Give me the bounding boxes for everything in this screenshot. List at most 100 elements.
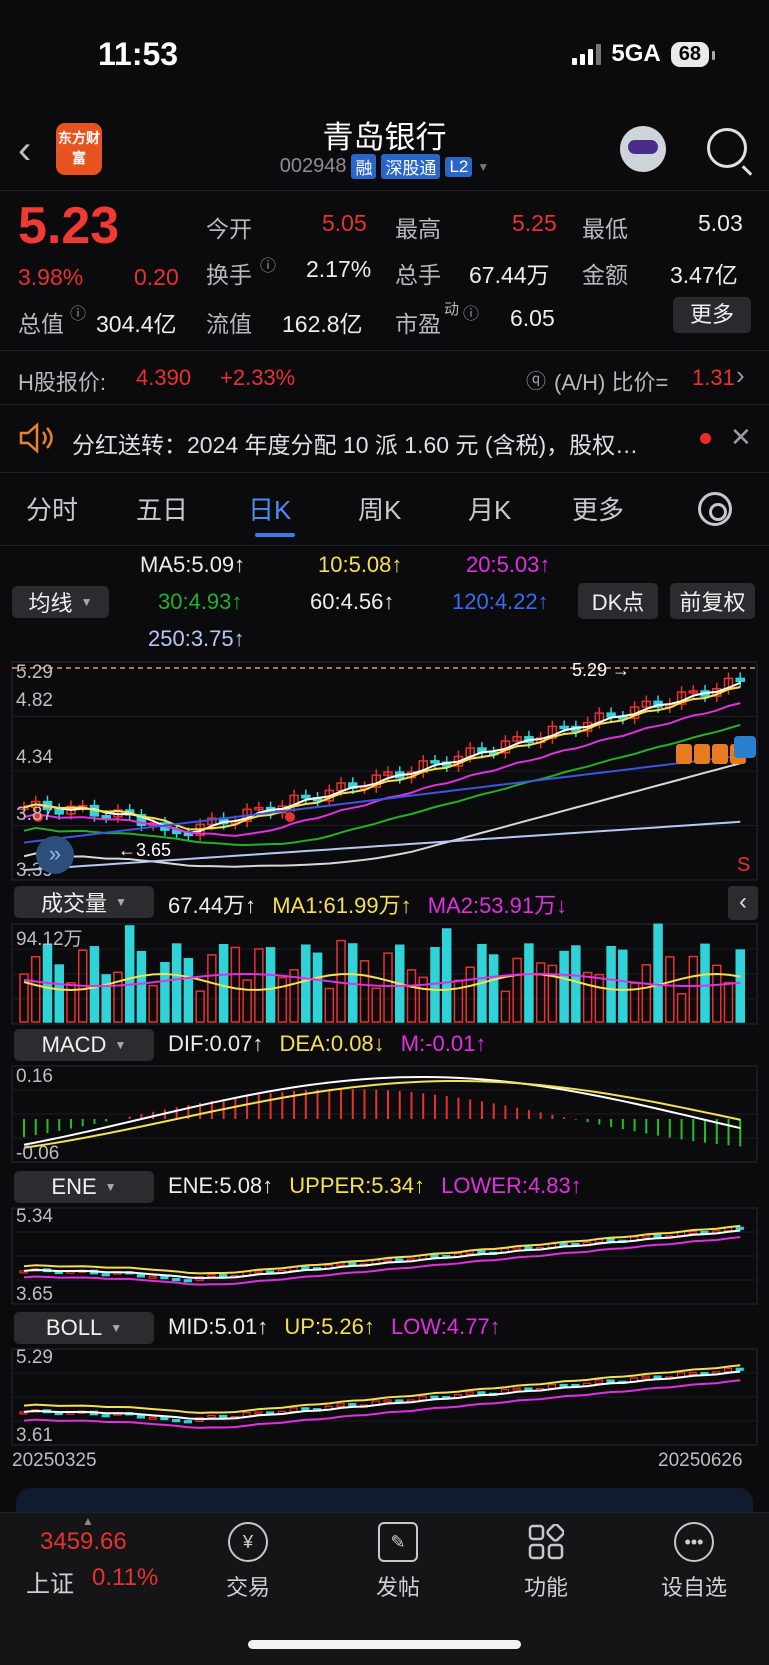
signal-icon bbox=[572, 43, 602, 65]
macd-selector[interactable]: MACD ▼ bbox=[14, 1029, 154, 1061]
tab-five-day[interactable]: 五日 bbox=[136, 490, 188, 527]
volume-bar bbox=[735, 949, 746, 1023]
boll-chart[interactable] bbox=[0, 1347, 769, 1447]
candlestick-chart[interactable] bbox=[0, 660, 769, 882]
change-pct: 3.98% bbox=[18, 264, 84, 290]
more-dots-icon: ••• bbox=[674, 1522, 714, 1562]
mini-candle bbox=[207, 1414, 216, 1419]
mini-candle bbox=[606, 1238, 615, 1242]
ene-chart[interactable] bbox=[0, 1206, 769, 1306]
dk-flag bbox=[676, 744, 692, 764]
info-icon[interactable]: ⓘ bbox=[70, 300, 86, 324]
period-tabs: 分时 五日 日K 周K 月K 更多 bbox=[0, 486, 769, 542]
volume-bar bbox=[441, 928, 452, 1023]
chevron-right-icon[interactable]: › bbox=[736, 360, 745, 391]
active-tab-indicator bbox=[255, 533, 295, 537]
gear-icon[interactable] bbox=[698, 492, 732, 526]
index-value[interactable]: 3459.66 bbox=[40, 1528, 127, 1556]
ma-selector[interactable]: 均线 ▼ bbox=[12, 586, 109, 618]
ma30-line bbox=[23, 723, 741, 847]
ma60-value: 60:4.56↑ bbox=[310, 589, 395, 614]
dk-point-button[interactable]: DK点 bbox=[578, 583, 658, 619]
chevron-up-icon[interactable]: ▲ bbox=[82, 1514, 94, 1528]
mini-candle bbox=[512, 1387, 521, 1391]
candle bbox=[301, 794, 311, 799]
stock-header: ‹ 东方财富 青岛银行 002948 融 深股通 L2 ▼ bbox=[0, 108, 769, 190]
nav-watchlist[interactable]: ••• 设自选 bbox=[644, 1522, 744, 1602]
pe-label: 市盈 bbox=[395, 311, 441, 337]
search-icon[interactable] bbox=[707, 128, 747, 168]
mini-candle bbox=[219, 1414, 228, 1419]
mini-candle bbox=[735, 1226, 744, 1230]
tab-daily-k[interactable]: 日K bbox=[248, 490, 291, 527]
volume-bar bbox=[277, 976, 288, 1023]
volume-bar bbox=[641, 964, 652, 1023]
volume-bar bbox=[89, 946, 100, 1023]
more-button[interactable]: 更多 bbox=[673, 297, 751, 333]
volume-bar bbox=[124, 925, 135, 1023]
volume-bar bbox=[371, 987, 382, 1023]
boll-values: MID:5.01↑ UP:5.26↑ LOW:4.77↑ bbox=[168, 1314, 501, 1340]
tab-intraday[interactable]: 分时 bbox=[26, 490, 78, 527]
info-icon[interactable]: ⓘ bbox=[260, 252, 276, 276]
expand-icon[interactable]: » bbox=[36, 836, 74, 874]
close-icon[interactable]: ✕ bbox=[730, 422, 752, 453]
volume-selector[interactable]: 成交量 ▼ bbox=[14, 886, 154, 918]
volume-bar bbox=[453, 979, 464, 1023]
ene-selector[interactable]: ENE ▼ bbox=[14, 1171, 154, 1203]
mini-candle bbox=[688, 1230, 697, 1235]
macd-dea: DEA:0.08↓ bbox=[279, 1031, 385, 1056]
mini-candle bbox=[653, 1375, 662, 1379]
mini-candle bbox=[395, 1399, 404, 1403]
volume-bar bbox=[571, 945, 581, 1023]
collapse-icon[interactable]: ‹ bbox=[728, 886, 758, 920]
mini-candle bbox=[723, 1367, 733, 1373]
volume-bar bbox=[113, 971, 123, 1023]
volume-bar bbox=[207, 954, 217, 1023]
tab-more[interactable]: 更多 bbox=[572, 490, 624, 527]
nav-functions[interactable]: 功能 bbox=[496, 1522, 596, 1602]
info-icon[interactable]: ⓘ bbox=[463, 300, 479, 324]
boll-low: LOW:4.77↑ bbox=[391, 1314, 501, 1339]
volume-bar bbox=[148, 984, 158, 1023]
drawer-handle[interactable] bbox=[16, 1488, 753, 1512]
edit-icon: ✎ bbox=[378, 1522, 418, 1562]
ah-ratio-value: 1.31 bbox=[692, 365, 735, 390]
volume-chart[interactable] bbox=[0, 922, 769, 1026]
nav-post[interactable]: ✎ 发帖 bbox=[348, 1522, 448, 1602]
price-axis-label: 5.29 bbox=[16, 662, 53, 683]
adjust-button[interactable]: 前复权 bbox=[670, 583, 755, 619]
volume-now: 67.44万↑ bbox=[168, 893, 257, 918]
tag-margin: 融 bbox=[351, 154, 377, 179]
ene-bottom-label: 3.65 bbox=[16, 1284, 53, 1305]
pe-sup: 动 bbox=[444, 301, 460, 318]
ma250-value: 250:3.75↑ bbox=[148, 626, 245, 651]
volume-bar bbox=[218, 943, 229, 1023]
low-value: 5.03 bbox=[698, 210, 743, 236]
last-price: 5.23 bbox=[18, 197, 120, 255]
mini-candle bbox=[148, 1416, 157, 1420]
robot-assistant-icon[interactable] bbox=[620, 126, 666, 172]
tab-weekly-k[interactable]: 周K bbox=[358, 490, 401, 527]
volume-bar bbox=[618, 949, 628, 1023]
notice-text[interactable]: 分红送转：2024 年度分配 10 派 1.60 元 (含税)，股权… bbox=[72, 426, 672, 460]
volume-bar bbox=[676, 992, 687, 1023]
mktcap-label: 总值 bbox=[18, 311, 64, 337]
turnover-label: 换手 bbox=[206, 262, 252, 288]
help-icon[interactable]: ⓠ bbox=[526, 365, 546, 394]
volume-bar bbox=[383, 952, 393, 1023]
volume-bar bbox=[324, 987, 335, 1023]
mini-candle bbox=[524, 1387, 533, 1391]
volume-bar bbox=[301, 944, 311, 1023]
dk-flag-s bbox=[734, 736, 756, 758]
volume-bar bbox=[254, 948, 264, 1023]
macd-chart[interactable] bbox=[0, 1064, 769, 1164]
boll-selector[interactable]: BOLL ▼ bbox=[14, 1312, 154, 1344]
volume-max-label: 94.12万 bbox=[16, 929, 83, 950]
unread-dot bbox=[700, 433, 711, 444]
mini-candle bbox=[160, 1275, 169, 1280]
nav-trade[interactable]: ¥ 交易 bbox=[198, 1522, 298, 1602]
ene-top-label: 5.34 bbox=[16, 1206, 53, 1227]
volume-bar bbox=[242, 979, 252, 1023]
tab-monthly-k[interactable]: 月K bbox=[468, 490, 511, 527]
